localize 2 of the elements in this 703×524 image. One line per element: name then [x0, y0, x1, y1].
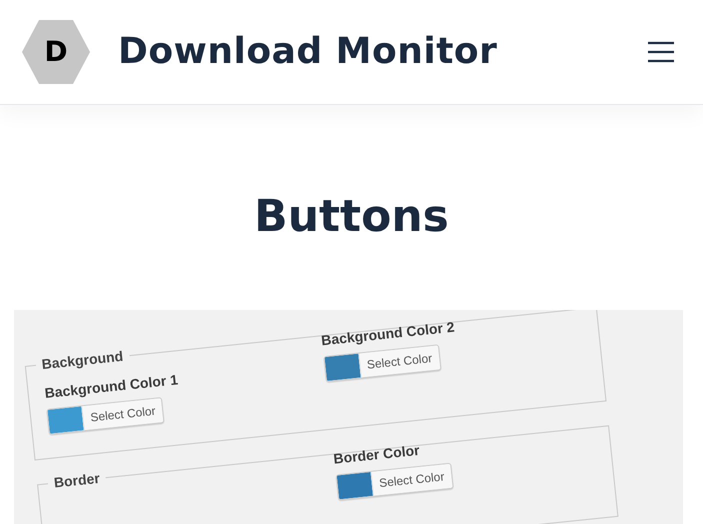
page-title: Buttons [253, 191, 450, 244]
fieldset-legend: Border [47, 468, 106, 492]
